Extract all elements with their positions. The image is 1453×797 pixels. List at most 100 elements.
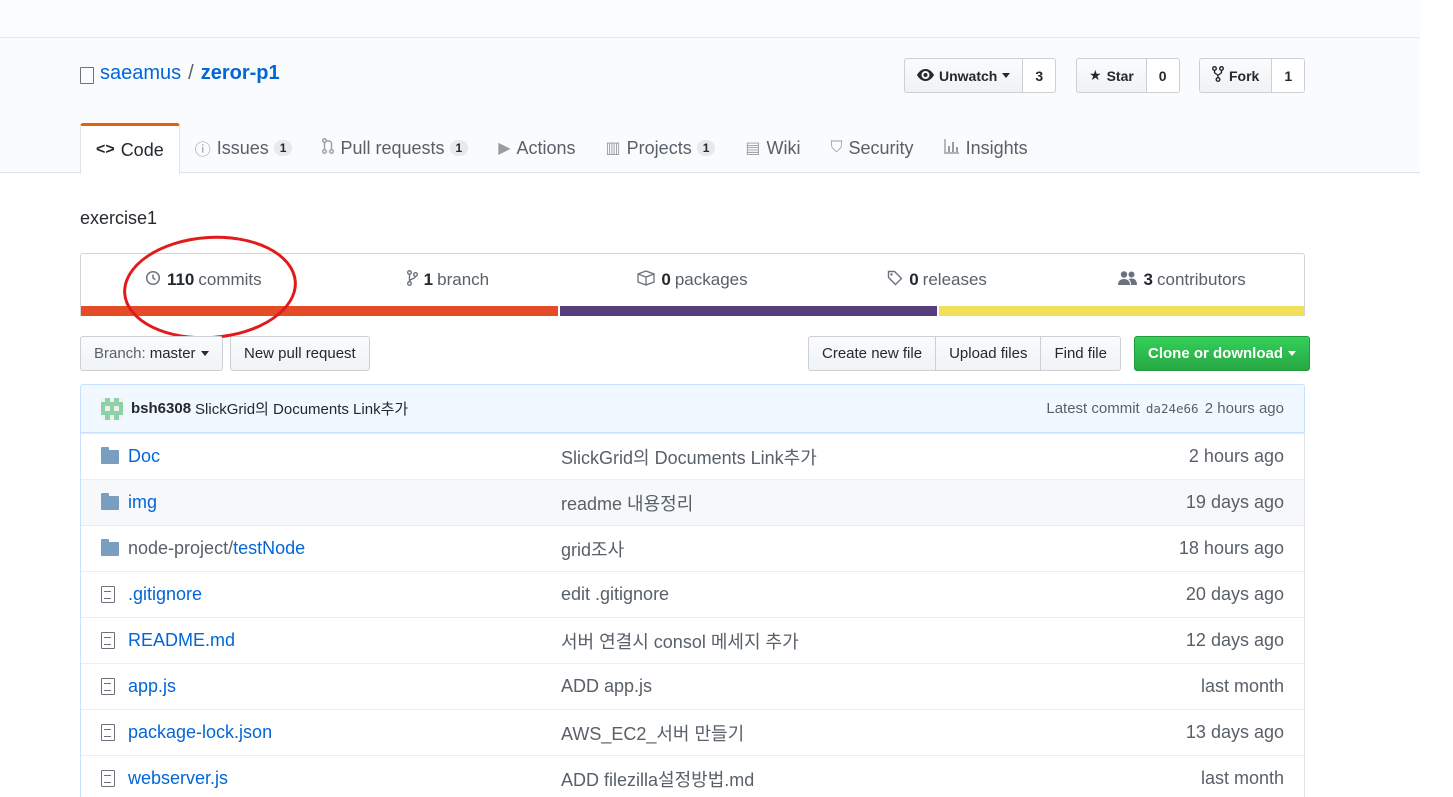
file-list: Doc SlickGrid의 Documents Link추가 2 hours ag…: [80, 433, 1305, 797]
tab-pull-requests-label: Pull requests: [340, 137, 445, 158]
repo-description: exercise1: [80, 208, 158, 228]
language-bar-segment[interactable]: [937, 306, 1304, 316]
shield-icon: ⛉: [830, 139, 843, 156]
find-file-button[interactable]: Find file: [1041, 336, 1121, 371]
file-shape: [101, 724, 115, 741]
forks-count[interactable]: 1: [1272, 58, 1306, 93]
file-commit-message[interactable]: edit .gitignore: [561, 584, 1186, 605]
file-commit-message[interactable]: ADD app.js: [561, 676, 1201, 697]
packages-label: packages: [674, 270, 748, 289]
stars-count[interactable]: 0: [1146, 58, 1180, 93]
file-row[interactable]: img readme 내용정리 19 days ago: [81, 479, 1304, 525]
watchers-count[interactable]: 3: [1023, 58, 1057, 93]
commit-author[interactable]: bsh6308: [131, 400, 191, 417]
file-name-text[interactable]: img: [128, 492, 157, 512]
people-icon: [1117, 270, 1138, 291]
tab-security[interactable]: ⛉ Security: [816, 123, 929, 173]
branches-label: branch: [437, 270, 490, 289]
commit-message[interactable]: SlickGrid의 Documents Link추가: [195, 398, 408, 419]
file-name[interactable]: img: [128, 492, 561, 513]
file-row[interactable]: .gitignore edit .gitignore 20 days ago: [81, 571, 1304, 617]
tab-insights[interactable]: Insights: [929, 123, 1043, 173]
file-commit-message[interactable]: readme 내용정리: [561, 490, 1186, 516]
file-name[interactable]: Doc: [128, 446, 561, 467]
pull-request-icon: [322, 137, 335, 159]
unwatch-button[interactable]: Unwatch: [904, 58, 1024, 93]
clone-label: Clone or download: [1148, 345, 1283, 362]
file-name-text[interactable]: Doc: [128, 446, 160, 466]
folder-shape: [101, 446, 119, 464]
tab-wiki-label: Wiki: [766, 137, 801, 158]
new-pull-request-button[interactable]: New pull request: [230, 336, 370, 371]
tab-projects[interactable]: ▥ Projects 1: [591, 123, 731, 173]
file-name-text[interactable]: testNode: [233, 538, 305, 558]
language-bar-segment[interactable]: [557, 306, 938, 316]
create-new-file-button[interactable]: Create new file: [808, 336, 937, 371]
file-name-text[interactable]: .gitignore: [128, 584, 202, 604]
tab-projects-count: 1: [696, 140, 716, 156]
tab-security-label: Security: [848, 137, 914, 158]
file-commit-message[interactable]: 서버 연결시 consol 메세지 추가: [561, 628, 1186, 654]
branch-select-button[interactable]: Branch: master: [80, 336, 223, 371]
tab-pull-requests[interactable]: Pull requests 1: [307, 123, 483, 173]
file-name[interactable]: .gitignore: [128, 584, 561, 605]
upload-files-button[interactable]: Upload files: [936, 336, 1042, 371]
file-age: 13 days ago: [1185, 722, 1284, 742]
avatar[interactable]: [101, 397, 123, 420]
branches-count: 1: [423, 270, 434, 289]
file-name[interactable]: package-lock.json: [128, 722, 561, 743]
file-row[interactable]: webserver.js ADD filezilla설정방법.md last mon…: [81, 755, 1304, 797]
file-path-prefix[interactable]: node-project/: [128, 538, 233, 558]
file-name[interactable]: app.js: [128, 676, 561, 697]
file-name-text[interactable]: README.md: [128, 630, 235, 650]
tab-actions[interactable]: ▶ Actions: [483, 123, 590, 173]
file-name-text[interactable]: app.js: [128, 676, 176, 696]
tab-wiki[interactable]: ▤ Wiki: [730, 123, 815, 173]
fork-group: Fork 1: [1199, 58, 1306, 93]
file-commit-message[interactable]: ADD filezilla설정방법.md: [561, 766, 1201, 792]
file-name[interactable]: webserver.js: [128, 768, 561, 789]
contributors-link[interactable]: 3 contributors: [1059, 254, 1304, 306]
file-row[interactable]: package-lock.json AWS_EC2_서버 만들기 13 days a…: [81, 709, 1304, 755]
file-age: 18 hours ago: [1178, 538, 1284, 558]
file-commit-message[interactable]: SlickGrid의 Documents Link추가: [561, 444, 1189, 470]
file-name-text[interactable]: package-lock.json: [128, 722, 272, 742]
repo-owner-link[interactable]: saeamus: [100, 62, 181, 85]
chevron-down-icon: [1288, 351, 1296, 356]
file-commit-message[interactable]: AWS_EC2_서버 만들기: [561, 720, 1186, 746]
file-row[interactable]: node-project/testNode grid조사 18 hours ago: [81, 525, 1304, 571]
file-row[interactable]: app.js ADD app.js last month: [81, 663, 1304, 709]
file-name-text[interactable]: webserver.js: [128, 768, 228, 788]
clone-or-download-button[interactable]: Clone or download: [1134, 336, 1310, 371]
file-age: last month: [1200, 768, 1284, 788]
file-commit-message[interactable]: grid조사: [561, 536, 1179, 562]
branches-link[interactable]: 1 branch: [326, 254, 571, 306]
browser-top-band: [0, 0, 1420, 38]
releases-label: releases: [922, 270, 987, 289]
file-row[interactable]: README.md 서버 연결시 consol 메세지 추가 12 days ago: [81, 617, 1304, 663]
latest-commit-info: Latest commit da24e66 2 hours ago: [1046, 400, 1284, 417]
repo-name-link[interactable]: zeror-p1: [201, 62, 280, 85]
fork-label: Fork: [1229, 67, 1260, 84]
file-age: last month: [1200, 676, 1284, 696]
fork-button[interactable]: Fork: [1199, 58, 1273, 93]
tab-code-label: Code: [120, 139, 164, 160]
packages-link[interactable]: 0 packages: [570, 254, 815, 306]
file-name[interactable]: node-project/testNode: [128, 538, 561, 559]
commit-sha[interactable]: da24e66: [1146, 401, 1199, 416]
packages-count: 0: [661, 270, 671, 289]
file-name[interactable]: README.md: [128, 630, 561, 651]
tab-issues[interactable]: ⓘ Issues 1: [180, 123, 308, 173]
chevron-down-icon: [200, 351, 209, 356]
watch-group: Unwatch 3: [904, 58, 1057, 93]
book-icon: ▤: [745, 140, 761, 157]
new-pr-group: New pull request: [230, 336, 370, 371]
file-icon: [101, 770, 119, 787]
repo-title: saeamus / zeror-p1: [80, 62, 280, 85]
file-row[interactable]: Doc SlickGrid의 Documents Link추가 2 hours ag…: [81, 433, 1304, 479]
tab-issues-label: Issues: [216, 137, 269, 158]
tab-code[interactable]: <> Code: [80, 123, 180, 174]
star-button[interactable]: ★ Star: [1076, 58, 1147, 93]
releases-link[interactable]: 0 releases: [815, 254, 1060, 306]
file-shape: [101, 678, 115, 695]
